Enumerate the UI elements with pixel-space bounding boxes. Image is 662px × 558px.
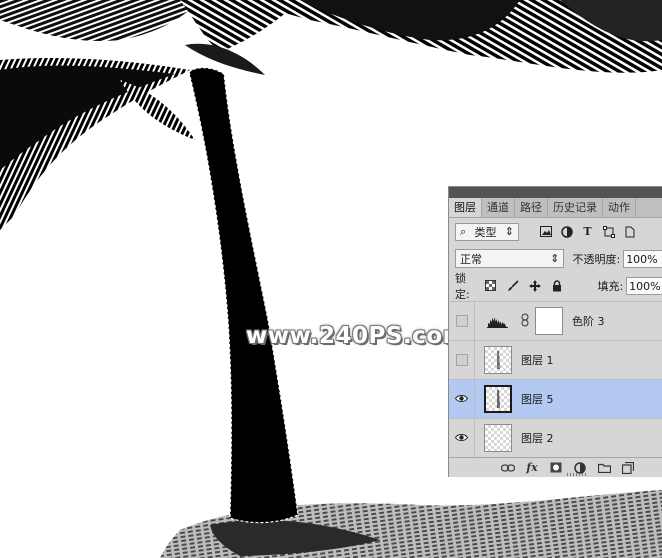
tab-history[interactable]: 历史记录 bbox=[548, 198, 603, 217]
lock-label: 锁定: bbox=[455, 271, 470, 301]
resize-grip[interactable] bbox=[567, 473, 587, 476]
visibility-toggle[interactable] bbox=[449, 340, 475, 380]
layers-panel: 图层 通道 路径 历史记录 动作 ⌕ 类型 ⇕ T 正常 ⇕ 不透明度: 100… bbox=[448, 186, 662, 477]
chevron-updown-icon: ⇕ bbox=[504, 225, 514, 238]
search-icon: ⌕ bbox=[460, 224, 467, 238]
visibility-toggle[interactable] bbox=[449, 301, 475, 341]
tab-layers[interactable]: 图层 bbox=[449, 198, 482, 217]
folder-icon[interactable] bbox=[597, 461, 611, 475]
lock-transparent-icon[interactable] bbox=[484, 279, 497, 292]
filter-icons: T bbox=[539, 225, 636, 238]
adjustment-filter-icon[interactable] bbox=[560, 225, 573, 238]
filter-kind-label: 类型 bbox=[474, 225, 497, 239]
layer-thumbnail[interactable] bbox=[484, 346, 512, 374]
lock-icon[interactable] bbox=[550, 279, 563, 292]
eye-icon bbox=[454, 393, 469, 406]
shape-filter-icon[interactable] bbox=[602, 225, 615, 238]
filter-kind-dropdown[interactable]: ⌕ 类型 ⇕ bbox=[455, 222, 519, 241]
opacity-field[interactable]: 100% bbox=[623, 249, 662, 268]
layer-row-1[interactable]: 图层 1 bbox=[449, 340, 662, 380]
type-filter-icon[interactable]: T bbox=[581, 225, 594, 238]
layer-row-levels[interactable]: 色阶 3 bbox=[449, 301, 662, 341]
palm-frond-right bbox=[250, 0, 662, 73]
layer-row-2[interactable]: 图层 2 bbox=[449, 418, 662, 458]
chevron-updown-icon: ⇕ bbox=[550, 252, 560, 265]
layer-row-5[interactable]: 图层 5 bbox=[449, 379, 662, 419]
eye-icon bbox=[454, 432, 469, 445]
levels-histogram-icon bbox=[487, 314, 515, 328]
fx-icon[interactable]: fx bbox=[525, 461, 539, 475]
brush-icon[interactable] bbox=[506, 279, 519, 292]
layer-name[interactable]: 图层 2 bbox=[521, 430, 554, 446]
layer-name[interactable]: 图层 5 bbox=[521, 391, 554, 407]
fill-field[interactable]: 100% bbox=[626, 276, 662, 295]
visibility-toggle[interactable] bbox=[449, 379, 475, 419]
watermark-text: www.240PS.com bbox=[246, 323, 468, 349]
layer-name[interactable]: 图层 1 bbox=[521, 352, 554, 368]
panel-tabs: 图层 通道 路径 历史记录 动作 bbox=[449, 198, 662, 218]
lock-row: 锁定: 填充: 100% bbox=[449, 271, 662, 301]
move-icon[interactable] bbox=[528, 279, 541, 292]
layer-list: 色阶 3 图层 1 图层 5 图层 2 bbox=[449, 301, 662, 458]
blend-mode-value: 正常 bbox=[460, 252, 482, 266]
visibility-toggle[interactable] bbox=[449, 418, 475, 458]
layer-thumbnail[interactable] bbox=[484, 424, 512, 452]
layer-mask-thumbnail[interactable] bbox=[535, 307, 563, 335]
add-mask-icon[interactable] bbox=[549, 461, 563, 475]
tab-paths[interactable]: 路径 bbox=[515, 198, 548, 217]
panel-title-bar[interactable] bbox=[449, 187, 662, 198]
layer-thumbnail[interactable] bbox=[484, 385, 512, 413]
fill-label: 填充: bbox=[597, 279, 624, 293]
panel-bottom-toolbar: fx bbox=[449, 457, 662, 477]
tab-channels[interactable]: 通道 bbox=[482, 198, 515, 217]
layer-name[interactable]: 色阶 3 bbox=[572, 313, 605, 329]
pixel-filter-icon[interactable] bbox=[539, 225, 552, 238]
new-layer-icon[interactable] bbox=[621, 461, 635, 475]
filter-row: ⌕ 类型 ⇕ T bbox=[449, 218, 662, 245]
tab-actions[interactable]: 动作 bbox=[603, 198, 636, 217]
link-icon[interactable] bbox=[521, 313, 529, 330]
palm-trunk bbox=[189, 67, 298, 523]
smart-object-filter-icon[interactable] bbox=[623, 225, 636, 238]
opacity-label: 不透明度: bbox=[572, 252, 621, 266]
link-layers-icon[interactable] bbox=[501, 461, 515, 475]
blend-row: 正常 ⇕ 不透明度: 100% bbox=[449, 245, 662, 272]
blend-mode-dropdown[interactable]: 正常 ⇕ bbox=[455, 249, 565, 268]
lock-icons bbox=[484, 279, 563, 292]
palm-frond-left bbox=[0, 0, 300, 230]
